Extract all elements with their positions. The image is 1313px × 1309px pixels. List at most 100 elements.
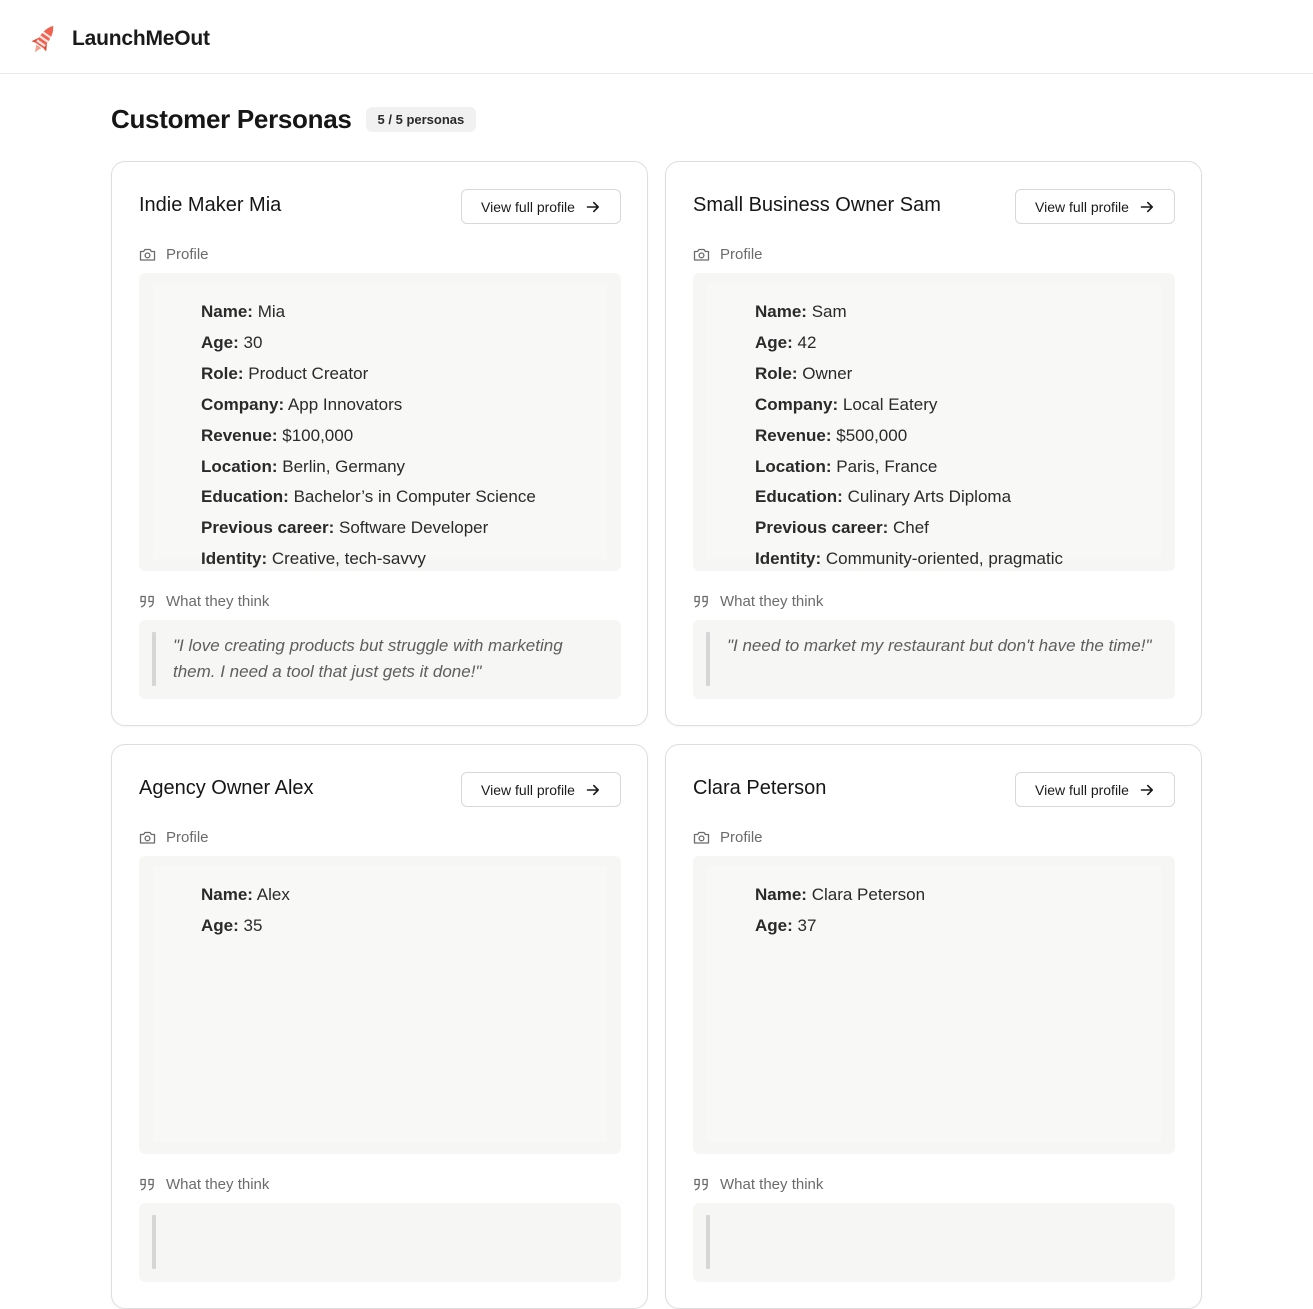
persona-card-4: Clara Peterson View full profile Profile… xyxy=(665,744,1202,1309)
profile-field: Revenue: $500,000 xyxy=(755,421,1063,452)
profile-field-value: 35 xyxy=(243,915,263,935)
profile-field-list: Name: Alex Age: 35 xyxy=(201,880,290,942)
profile-panel: Name: Clara Peterson Age: 37 xyxy=(707,866,1161,1142)
profile-section-label: Profile xyxy=(139,243,209,265)
profile-field-key: Education: xyxy=(201,487,289,507)
quote-icon xyxy=(693,594,720,609)
profile-field-value: Local Eatery xyxy=(842,394,938,414)
view-full-profile-button[interactable]: View full profile xyxy=(461,772,621,807)
camera-icon xyxy=(139,830,166,845)
persona-card-2: Small Business Owner Sam View full profi… xyxy=(665,161,1202,726)
profile-field-value: Chef xyxy=(892,518,929,538)
profile-field-value: Creative, tech-savvy xyxy=(271,549,426,569)
think-section-text: What they think xyxy=(166,1175,270,1193)
persona-title: Small Business Owner Sam xyxy=(693,194,941,216)
view-full-profile-button[interactable]: View full profile xyxy=(1015,772,1175,807)
profile-field-value: Software Developer xyxy=(338,518,489,538)
think-section-label: What they think xyxy=(693,590,823,612)
profile-section-label: Profile xyxy=(139,826,209,848)
profile-field: Identity: Creative, tech-savvy xyxy=(201,544,536,575)
think-section-label: What they think xyxy=(139,590,269,612)
profile-field-key: Age: xyxy=(755,332,793,352)
profile-field-key: Company: xyxy=(755,394,839,414)
quote-bar xyxy=(706,632,710,686)
profile-field: Age: 30 xyxy=(201,328,536,359)
profile-field: Previous career: Chef xyxy=(755,513,1063,544)
profile-field: Company: Local Eatery xyxy=(755,390,1063,421)
profile-section-text: Profile xyxy=(720,828,763,846)
quote-box xyxy=(139,1203,621,1282)
profile-field-value: Paris, France xyxy=(836,456,938,476)
profile-field-key: Age: xyxy=(201,332,239,352)
quote-box: "I love creating products but struggle w… xyxy=(139,620,621,699)
arrow-right-icon xyxy=(1139,199,1155,215)
profile-field-value: Alex xyxy=(256,885,290,904)
profile-field: Education: Culinary Arts Diploma xyxy=(755,482,1063,513)
profile-field-key: Role: xyxy=(201,363,244,383)
profile-field: Education: Bachelor’s in Computer Scienc… xyxy=(201,482,536,513)
profile-field-list: Name: Mia Age: 30 Role: Product Creator Com… xyxy=(201,297,536,575)
profile-field-value: Bachelor’s in Computer Science xyxy=(293,487,536,507)
profile-box: Name: Clara Peterson Age: 37 xyxy=(693,856,1175,1154)
profile-field-value: Mia xyxy=(257,302,286,321)
arrow-right-icon xyxy=(1139,782,1155,798)
think-section-text: What they think xyxy=(720,592,824,610)
quote-icon xyxy=(693,1177,720,1192)
think-section-text: What they think xyxy=(166,592,270,610)
profile-field-value: $100,000 xyxy=(282,425,354,445)
view-full-profile-label: View full profile xyxy=(481,198,575,215)
camera-icon xyxy=(693,247,720,262)
profile-field-key: Role: xyxy=(755,363,798,383)
profile-field: Location: Berlin, Germany xyxy=(201,452,536,483)
profile-field: Name: Clara Peterson xyxy=(755,880,925,911)
profile-field: Role: Owner xyxy=(755,359,1063,390)
profile-box: Name: Alex Age: 35 xyxy=(139,856,621,1154)
profile-field-key: Identity: xyxy=(755,549,822,569)
think-section-label: What they think xyxy=(139,1173,269,1195)
profile-field: Role: Product Creator xyxy=(201,359,536,390)
profile-field-key: Identity: xyxy=(201,549,268,569)
think-section-label: What they think xyxy=(693,1173,823,1195)
profile-panel: Name: Sam Age: 42 Role: Owner Company: Loca… xyxy=(707,283,1161,568)
persona-count-badge: 5 / 5 personas xyxy=(365,106,477,132)
view-full-profile-label: View full profile xyxy=(481,781,575,798)
profile-field: Location: Paris, France xyxy=(755,452,1063,483)
brand[interactable]: LaunchMeOut xyxy=(28,20,210,58)
profile-field-key: Previous career: xyxy=(201,518,335,538)
think-section-text: What they think xyxy=(720,1175,824,1193)
view-full-profile-button[interactable]: View full profile xyxy=(1015,189,1175,224)
profile-field-value: App Innovators xyxy=(287,394,403,414)
persona-title: Indie Maker Mia xyxy=(139,194,282,216)
profile-field-list: Name: Clara Peterson Age: 37 xyxy=(755,880,925,942)
profile-section-label: Profile xyxy=(693,243,763,265)
profile-field-key: Education: xyxy=(755,487,843,507)
profile-field-key: Name: xyxy=(201,302,253,321)
profile-section-text: Profile xyxy=(720,245,763,263)
profile-field-key: Location: xyxy=(755,456,832,476)
profile-panel: Name: Alex Age: 35 xyxy=(153,866,607,1142)
profile-field-key: Previous career: xyxy=(755,518,889,538)
quote-bar xyxy=(706,1215,710,1269)
quote-box: "I need to market my restaurant but don'… xyxy=(693,620,1175,699)
rocket-icon xyxy=(28,21,60,57)
profile-field-list: Name: Sam Age: 42 Role: Owner Company: Loca… xyxy=(755,297,1063,575)
profile-field-value: $500,000 xyxy=(836,425,908,445)
arrow-right-icon xyxy=(585,199,601,215)
profile-field-key: Age: xyxy=(755,915,793,935)
quote-bar xyxy=(152,1215,156,1269)
arrow-right-icon xyxy=(585,782,601,798)
profile-field: Name: Alex xyxy=(201,880,290,911)
profile-field-value: Product Creator xyxy=(248,363,369,383)
profile-field-value: Community-oriented, pragmatic xyxy=(825,549,1063,569)
top-bar: LaunchMeOut xyxy=(0,0,1313,74)
quote-bar xyxy=(152,632,156,686)
profile-field: Name: Mia xyxy=(201,297,536,328)
view-full-profile-label: View full profile xyxy=(1035,781,1129,798)
view-full-profile-button[interactable]: View full profile xyxy=(461,189,621,224)
profile-field-key: Name: xyxy=(755,302,807,321)
profile-field-key: Location: xyxy=(201,456,278,476)
profile-field-value: 42 xyxy=(797,332,817,352)
page-header: Customer Personas 5 / 5 personas xyxy=(111,101,477,137)
profile-field-key: Revenue: xyxy=(755,425,832,445)
profile-field-key: Revenue: xyxy=(201,425,278,445)
